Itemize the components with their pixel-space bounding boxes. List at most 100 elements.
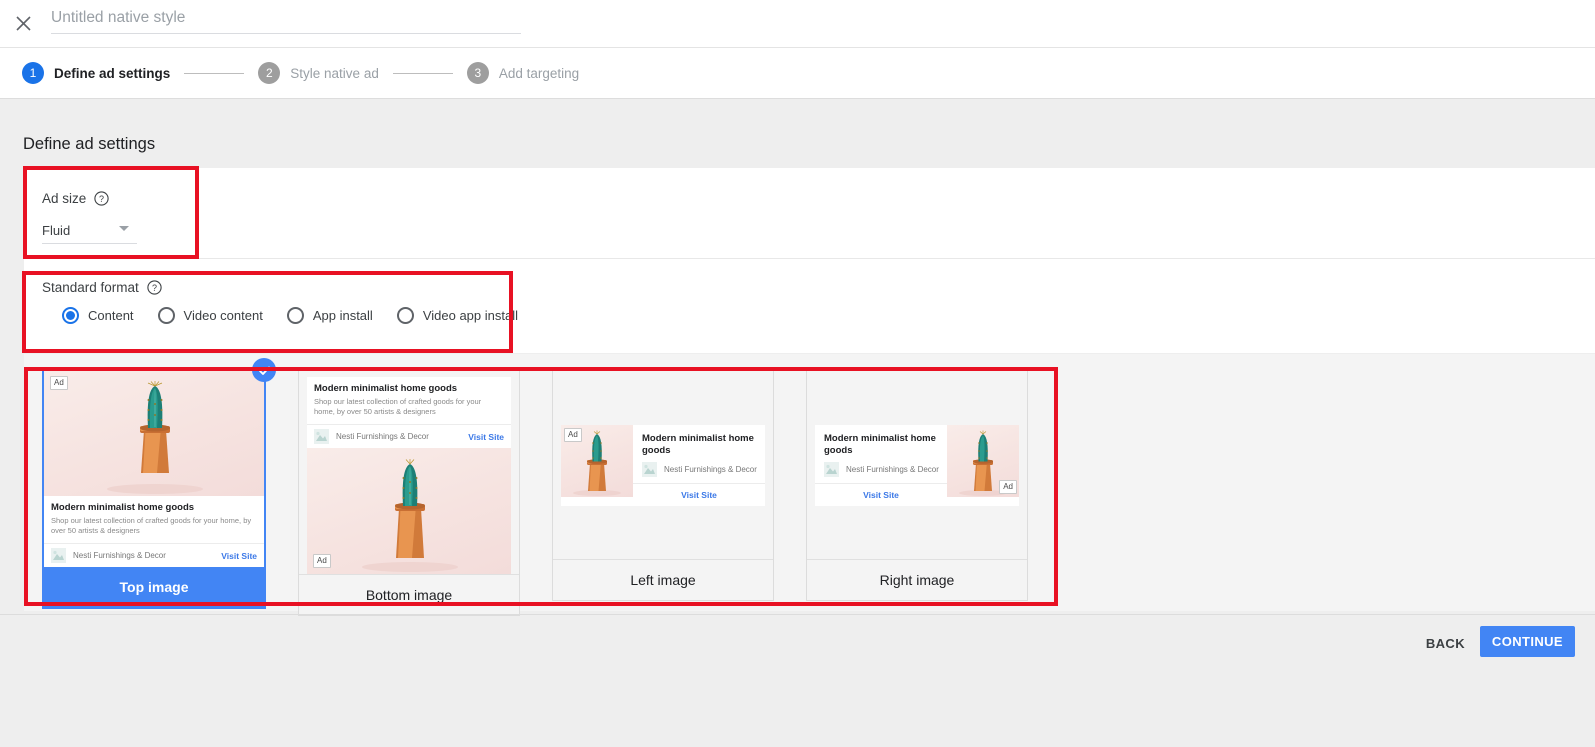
ad-badge: Ad xyxy=(999,480,1017,494)
ad-headline: Modern minimalist home goods xyxy=(51,502,195,513)
ad-advertiser-row: Nesti Furnishings & Decor Visit Site xyxy=(44,543,264,568)
ad-text-block: Modern minimalist home goods Shop our la… xyxy=(307,377,511,425)
stepper-divider xyxy=(0,98,1595,99)
ad-advertiser-row: Nesti Furnishings & Decor xyxy=(642,461,758,477)
ad-text-block: Modern minimalist home goods Nesti Furni… xyxy=(633,425,765,483)
help-icon[interactable]: ? xyxy=(147,280,162,295)
ad-advertiser-row: Nesti Furnishings & Decor xyxy=(824,461,940,477)
ad-badge: Ad xyxy=(50,376,68,390)
ad-size-label-row: Ad size ? xyxy=(42,191,109,206)
layout-card-top-image[interactable]: Ad Modern minimalist home goods Shop our… xyxy=(42,358,276,610)
step-connector-1 xyxy=(184,72,245,74)
step-3-label: Add targeting xyxy=(498,65,580,81)
ad-headline: Modern minimalist home goods xyxy=(642,433,754,456)
svg-text:?: ? xyxy=(152,283,157,293)
close-icon xyxy=(15,15,31,31)
cactus-illustration-icon xyxy=(107,381,203,494)
layout-card-label-right-image: Right image xyxy=(807,559,1027,600)
ad-image: Ad xyxy=(561,425,633,497)
ad-mock-top-image: Ad Modern minimalist home goods Shop our… xyxy=(44,370,264,568)
help-icon[interactable]: ? xyxy=(94,191,109,206)
ad-badge: Ad xyxy=(313,554,331,569)
layout-card-bottom-image[interactable]: Modern minimalist home goods Shop our la… xyxy=(298,368,520,617)
ad-cta-link[interactable]: Visit Site xyxy=(468,432,504,442)
select-underline xyxy=(42,243,137,244)
page-title: Define ad settings xyxy=(23,135,156,153)
layout-card-label-left-image: Left image xyxy=(553,559,773,600)
ad-body: Shop our latest collection of crafted go… xyxy=(314,396,482,416)
continue-button[interactable]: CONTINUE xyxy=(1479,626,1575,657)
svg-text:?: ? xyxy=(99,194,104,204)
step-1-label: Define ad settings xyxy=(54,65,171,81)
card-preview-top-image: Ad Modern minimalist home goods Shop our… xyxy=(44,370,264,568)
cactus-illustration-icon xyxy=(362,459,458,573)
ad-advertiser-name: Nesti Furnishings & Decor xyxy=(664,464,757,474)
standard-format-radio-group: Content Video content App install Video … xyxy=(62,307,542,324)
image-placeholder-icon xyxy=(824,461,839,477)
step-2-label: Style native ad xyxy=(290,65,379,81)
style-name-input[interactable] xyxy=(51,4,521,31)
ad-size-section: Ad size ? Fluid xyxy=(24,168,1595,258)
layout-card-right-image[interactable]: Modern minimalist home goods Nesti Furni… xyxy=(806,368,1028,601)
image-placeholder-icon xyxy=(314,429,329,445)
ad-image: Ad xyxy=(947,425,1019,497)
radio-icon-unchecked xyxy=(157,307,175,324)
ad-size-select[interactable]: Fluid xyxy=(42,223,137,244)
step-connector-2 xyxy=(392,72,453,74)
radio-option-video-app-install[interactable]: Video app install xyxy=(396,307,518,324)
step-3-number: 3 xyxy=(466,62,489,84)
step-2-number: 2 xyxy=(258,62,281,84)
ad-advertiser-row: Nesti Furnishings & Decor Visit Site xyxy=(307,424,511,449)
ad-cta-link[interactable]: Visit Site xyxy=(633,482,765,506)
ad-headline: Modern minimalist home goods xyxy=(314,383,458,394)
ad-mock-bottom-image: Modern minimalist home goods Shop our la… xyxy=(307,377,511,575)
radio-label-video-app-install: Video app install xyxy=(422,308,518,323)
image-placeholder-icon xyxy=(642,461,657,477)
ad-cta-link[interactable]: Visit Site xyxy=(815,482,947,506)
ad-advertiser-name: Nesti Furnishings & Decor xyxy=(846,464,939,474)
ad-headline: Modern minimalist home goods xyxy=(824,433,936,456)
close-button[interactable] xyxy=(6,6,40,40)
ad-body: Shop our latest collection of crafted go… xyxy=(51,515,252,535)
standard-format-label-row: Standard format ? xyxy=(42,280,162,295)
top-app-bar xyxy=(0,0,1595,47)
style-name-field-wrapper xyxy=(51,4,521,36)
ad-text-block: Modern minimalist home goods Shop our la… xyxy=(44,496,264,544)
card-preview-bottom-image: Modern minimalist home goods Shop our la… xyxy=(299,369,519,575)
ad-mock-left-image: Ad Modern minimalist home goods Nesti Fu… xyxy=(561,425,765,506)
radio-label-content: Content xyxy=(88,308,134,323)
check-circle-icon xyxy=(252,358,276,382)
radio-icon-checked xyxy=(62,307,79,324)
radio-option-app-install[interactable]: App install xyxy=(286,307,373,324)
step-2-style-native-ad[interactable]: 2 Style native ad xyxy=(258,62,379,84)
radio-option-video-content[interactable]: Video content xyxy=(157,307,263,324)
image-placeholder-icon xyxy=(51,548,66,564)
radio-label-video-content: Video content xyxy=(183,308,263,323)
standard-format-label: Standard format xyxy=(42,280,139,295)
step-1-define-ad-settings[interactable]: 1 Define ad settings xyxy=(22,62,170,84)
field-underline xyxy=(51,33,521,34)
ad-size-label: Ad size xyxy=(42,191,87,206)
ad-badge: Ad xyxy=(564,428,582,442)
card-preview-left-image: Ad Modern minimalist home goods Nesti Fu… xyxy=(553,369,773,559)
radio-label-app-install: App install xyxy=(312,308,373,323)
ad-image: Ad xyxy=(44,370,264,496)
ad-image: Ad xyxy=(307,448,511,575)
step-1-number: 1 xyxy=(22,62,44,84)
ad-mock-right-image: Modern minimalist home goods Nesti Furni… xyxy=(815,425,1019,506)
footer-divider xyxy=(0,614,1595,615)
card-preview-right-image: Modern minimalist home goods Nesti Furni… xyxy=(807,369,1027,559)
ad-cta-link[interactable]: Visit Site xyxy=(221,551,257,561)
ad-advertiser-name: Nesti Furnishings & Decor xyxy=(336,432,429,442)
ad-text-block: Modern minimalist home goods Nesti Furni… xyxy=(815,425,947,483)
radio-icon-unchecked xyxy=(396,307,414,324)
radio-option-content[interactable]: Content xyxy=(62,307,134,324)
layout-card-left-image[interactable]: Ad Modern minimalist home goods Nesti Fu… xyxy=(552,368,774,601)
step-3-add-targeting[interactable]: 3 Add targeting xyxy=(466,62,580,84)
chevron-down-icon xyxy=(119,226,129,231)
back-button[interactable]: BACK xyxy=(1416,628,1475,659)
layout-card-label-bottom-image: Bottom image xyxy=(299,574,519,616)
layout-template-section: Ad Modern minimalist home goods Shop our… xyxy=(24,354,1595,617)
wizard-stepper: 1 Define ad settings 2 Style native ad 3… xyxy=(0,48,1595,98)
layout-card-label-top-image: Top image xyxy=(44,567,264,608)
